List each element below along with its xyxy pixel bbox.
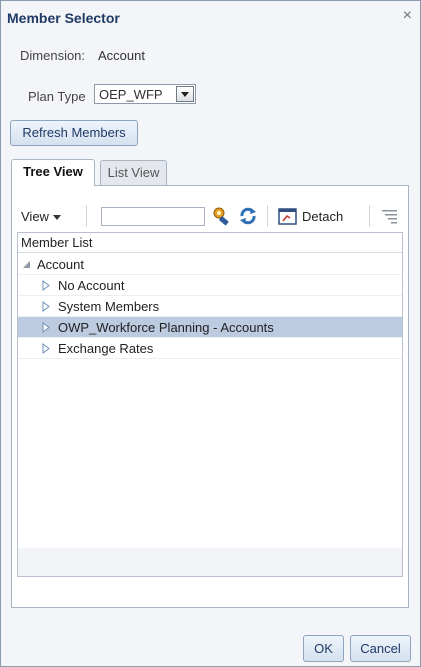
collapsed-triangle-icon[interactable] bbox=[42, 280, 50, 291]
tree-node-no-account[interactable]: No Account bbox=[18, 275, 402, 296]
tree-node-label: System Members bbox=[58, 299, 160, 314]
ok-button[interactable]: OK bbox=[303, 635, 344, 662]
detach-icon bbox=[278, 208, 297, 225]
tree-node-owp-workforce-planning-accounts[interactable]: OWP_Workforce Planning - Accounts bbox=[18, 317, 402, 338]
member-selector-dialog: Member Selector × Dimension: Account Pla… bbox=[0, 0, 421, 667]
cancel-button[interactable]: Cancel bbox=[350, 635, 411, 662]
search-members-icon[interactable] bbox=[211, 206, 233, 229]
refresh-members-button[interactable]: Refresh Members bbox=[10, 120, 138, 146]
tab-tree-view[interactable]: Tree View bbox=[11, 159, 95, 186]
column-options-icon[interactable] bbox=[381, 208, 399, 229]
view-menu-label: View bbox=[21, 209, 49, 224]
view-menu-button[interactable]: View bbox=[21, 209, 61, 224]
member-list-header: Member List bbox=[18, 233, 402, 253]
tree-node-label: Exchange Rates bbox=[58, 341, 154, 356]
chevron-down-icon[interactable] bbox=[176, 86, 194, 102]
tree-node-label: Account bbox=[37, 257, 84, 272]
close-icon[interactable]: × bbox=[403, 7, 412, 25]
toolbar-divider bbox=[86, 205, 87, 227]
collapsed-triangle-icon[interactable] bbox=[42, 343, 50, 354]
search-input[interactable] bbox=[101, 207, 205, 226]
tab-list-view[interactable]: List View bbox=[100, 160, 167, 186]
toolbar-divider bbox=[267, 205, 268, 227]
detach-label: Detach bbox=[302, 209, 344, 224]
tree-node-account[interactable]: Account bbox=[18, 254, 402, 275]
detach-button[interactable]: Detach bbox=[278, 206, 343, 229]
caret-down-icon bbox=[52, 215, 61, 221]
collapsed-triangle-icon[interactable] bbox=[42, 322, 50, 333]
list-footer-strip bbox=[18, 548, 402, 576]
dimension-label: Dimension: bbox=[20, 48, 86, 63]
tree-node-exchange-rates[interactable]: Exchange Rates bbox=[18, 338, 402, 359]
tree-node-label: No Account bbox=[58, 278, 125, 293]
plan-type-select[interactable]: OEP_WFP bbox=[94, 84, 196, 104]
dialog-title: Member Selector bbox=[7, 10, 120, 26]
plan-type-label: Plan Type bbox=[28, 89, 86, 104]
tree-node-system-members[interactable]: System Members bbox=[18, 296, 402, 317]
member-list: Member List Account No Account System Me… bbox=[17, 232, 403, 577]
dimension-value: Account bbox=[98, 48, 145, 63]
tree-node-label: OWP_Workforce Planning - Accounts bbox=[58, 320, 274, 335]
expanded-triangle-icon[interactable] bbox=[22, 260, 31, 269]
refresh-icon[interactable] bbox=[237, 205, 259, 230]
toolbar-divider bbox=[369, 205, 370, 227]
plan-type-selected-value: OEP_WFP bbox=[99, 87, 163, 102]
collapsed-triangle-icon[interactable] bbox=[42, 301, 50, 312]
